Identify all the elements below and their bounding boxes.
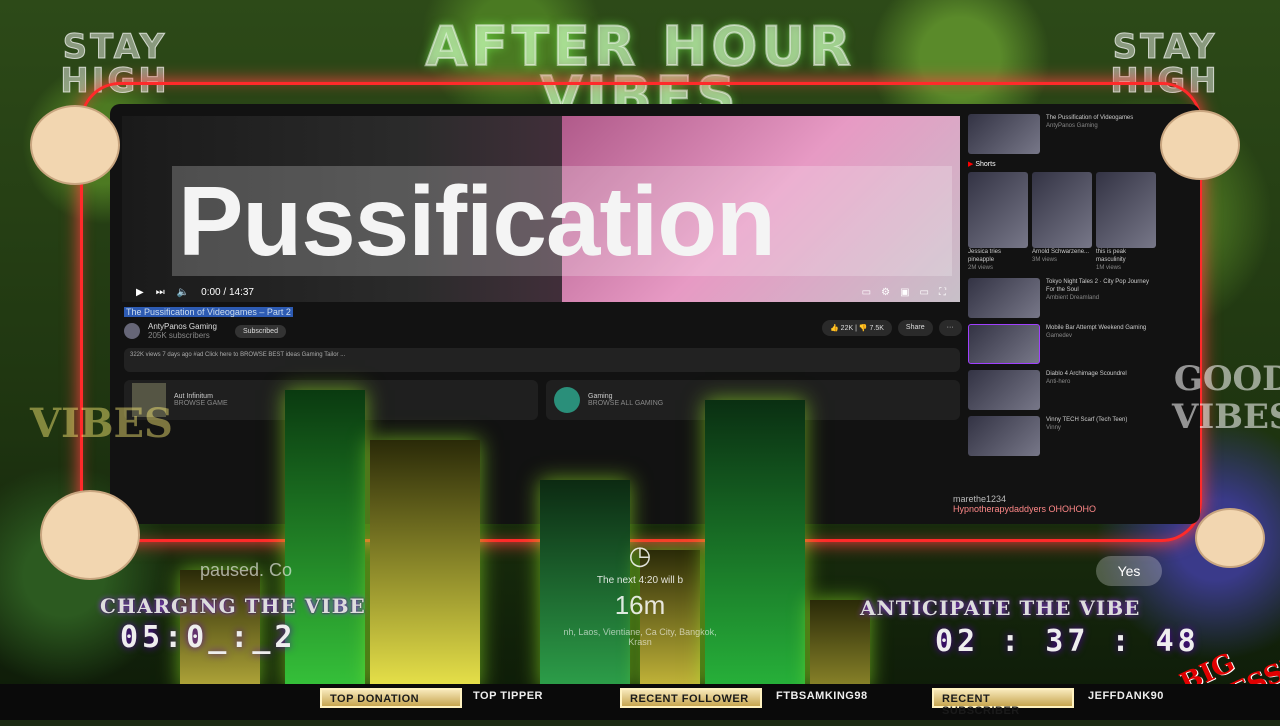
paused-text: paused. Co xyxy=(200,560,293,580)
recent-subscriber-value: JEFFDANK90 xyxy=(1088,690,1164,702)
cat-sticker-sleeping xyxy=(1160,110,1240,180)
short-views: 3M views xyxy=(1032,257,1058,263)
chat-overlay: marethe1234 Hypnotherapydaddyers OHOHOHO xyxy=(953,494,1096,514)
video-title: The Pussification of Videogames – Part 2 xyxy=(124,307,293,317)
sidebar-video-sub: Gamedev xyxy=(1046,333,1073,339)
youtube-window: Pussification ▶ ⏭ 🔈 0:00 / 14:37 ▭ ⚙ ▣ ▭… xyxy=(110,104,1200,524)
recent-follower-value: FTBSAMKING98 xyxy=(776,690,868,702)
time-display: 0:00 / 14:37 xyxy=(201,286,254,298)
yes-button[interactable]: Yes xyxy=(1096,556,1162,586)
sidebar-top-item[interactable]: The Pussification of Videogames AntyPano… xyxy=(968,114,1158,154)
channel-row: AntyPanos Gaming 205K subscribers Subscr… xyxy=(124,322,286,340)
theater-icon[interactable]: ▭ xyxy=(920,287,929,298)
game-card-title: Aut Infinitum xyxy=(174,393,213,400)
channel-name[interactable]: AntyPanos Gaming xyxy=(148,322,217,331)
game-card-sub: BROWSE GAME xyxy=(174,400,228,407)
charging-timer: 05:0_:_2 xyxy=(120,620,297,655)
fullscreen-icon[interactable]: ⛶ xyxy=(939,287,946,298)
chat-user: marethe1234 xyxy=(953,494,1007,504)
game-card[interactable]: Aut Infinitum BROWSE GAME xyxy=(124,380,538,420)
sidebar-video-thumb xyxy=(968,324,1040,364)
recommendations-sidebar: The Pussification of Videogames AntyPano… xyxy=(968,114,1158,462)
like-button[interactable]: 👍 22K | 👎 7.5K xyxy=(822,320,892,336)
video-overlay-title: Pussification xyxy=(172,166,952,276)
gaming-icon xyxy=(554,387,580,413)
sidebar-top-thumb xyxy=(968,114,1040,154)
sidebar-video-thumb xyxy=(968,278,1040,318)
top-donation-tag: TOP DONATION xyxy=(320,688,462,708)
sidebar-video-title: Mobile Bar Attempt Weekend Gaming xyxy=(1046,325,1147,331)
good-vibes-logo: GOOD VIBES xyxy=(1172,359,1280,437)
sidebar-video-item[interactable]: Mobile Bar Attempt Weekend Gaming Gamedev xyxy=(968,324,1158,364)
sidebar-video-item[interactable]: Diablo 4 Archimage Scoundrel Anti-hero xyxy=(968,370,1158,410)
top-tipper-label: TOP TIPPER xyxy=(473,690,544,702)
sidebar-video-sub: Anti-hero xyxy=(1046,379,1071,385)
sidebar-top-sub: AntyPanos Gaming xyxy=(1046,123,1098,129)
sidebar-video-thumb xyxy=(968,416,1040,456)
subscribe-button[interactable]: Subscribed xyxy=(234,324,286,338)
anticipate-the-vibe-label: ANTICIPATE THE VIBE xyxy=(860,596,1141,620)
next-420-countdown: 16m xyxy=(614,590,666,620)
short-thumb xyxy=(968,172,1028,248)
short-item[interactable]: Jessica tries pineapple 2M views xyxy=(968,172,1028,272)
sidebar-video-item[interactable]: Vinny TECH Scarf (Tech Teen) Vinny xyxy=(968,416,1158,456)
player-controls: ▶ ⏭ 🔈 0:00 / 14:37 ▭ ⚙ ▣ ▭ ⛶ xyxy=(122,282,960,302)
like-count: 22K xyxy=(840,325,854,332)
cat-sticker-glasses xyxy=(30,105,120,185)
short-item[interactable]: this is peak masculinity 1M views xyxy=(1096,172,1156,272)
miniplayer-icon[interactable]: ▣ xyxy=(900,287,909,298)
gaming-card-sub: BROWSE ALL GAMING xyxy=(588,400,664,407)
vibes-left-logo: VIBES xyxy=(30,400,173,447)
shorts-icon: ▶ xyxy=(968,161,974,168)
recent-subscriber-tag: RECENT SUBSCRIBER xyxy=(932,688,1074,717)
sidebar-video-title: Diablo 4 Archimage Scoundrel xyxy=(1046,371,1127,377)
short-thumb xyxy=(1032,172,1092,248)
next-icon[interactable]: ⏭ xyxy=(156,287,165,298)
shorts-header-label: Shorts xyxy=(975,161,996,168)
anticipate-timer: 02 : 37 : 48 xyxy=(935,624,1200,659)
volume-icon[interactable]: 🔈 xyxy=(177,287,189,298)
sidebar-video-sub: Vinny xyxy=(1046,425,1061,431)
sidebar-top-title: The Pussification of Videogames xyxy=(1046,115,1134,121)
dislike-count: 7.5K xyxy=(869,325,884,332)
video-player[interactable]: Pussification xyxy=(122,116,960,302)
video-actions: 👍 22K | 👎 7.5K Share ··· xyxy=(822,320,962,336)
gaming-card-title: Gaming xyxy=(588,393,613,400)
sidebar-video-thumb xyxy=(968,370,1040,410)
settings-icon[interactable]: ⚙ xyxy=(881,287,890,298)
chat-line: Hypnotherapydaddyers OHOHOHO xyxy=(953,504,1097,514)
next-420-notice: ◷ The next 4:20 will b 16m nh, Laos, Vie… xyxy=(560,540,720,647)
short-views: 2M views xyxy=(968,265,994,271)
gaming-card[interactable]: Gaming BROWSE ALL GAMING xyxy=(546,380,960,420)
sidebar-video-item[interactable]: Tokyo Night Tales 2 · City Pop Journey F… xyxy=(968,278,1158,318)
clock-icon: ◷ xyxy=(628,540,652,570)
shorts-header: ▶ Shorts xyxy=(968,160,1158,168)
short-title: Arnold Schwarzene... xyxy=(1032,249,1090,255)
channel-avatar[interactable] xyxy=(124,323,140,339)
more-button[interactable]: ··· xyxy=(938,320,962,336)
next-420-locations: nh, Laos, Vientiane, Ca City, Bangkok, K… xyxy=(563,627,717,647)
short-views: 1M views xyxy=(1096,265,1122,271)
cat-sticker-grumpy xyxy=(1195,508,1265,568)
sidebar-video-sub: Ambient Dreamland xyxy=(1046,295,1100,301)
shorts-row: Jessica tries pineapple 2M views Arnold … xyxy=(968,172,1158,272)
short-thumb xyxy=(1096,172,1156,248)
recent-follower-tag: RECENT FOLLOWER xyxy=(620,688,762,708)
short-item[interactable]: Arnold Schwarzene... 3M views xyxy=(1032,172,1092,272)
share-button[interactable]: Share xyxy=(897,320,933,336)
short-title: this is peak masculinity xyxy=(1096,249,1127,263)
cat-sticker-bed xyxy=(40,490,140,580)
sidebar-video-title: Tokyo Night Tales 2 · City Pop Journey F… xyxy=(1046,279,1149,293)
play-icon[interactable]: ▶ xyxy=(136,287,144,298)
next-420-text: The next 4:20 will b xyxy=(596,575,684,586)
video-description[interactable]: 322K views 7 days ago #ad Click here to … xyxy=(124,348,960,372)
sidebar-video-title: Vinny TECH Scarf (Tech Teen) xyxy=(1046,417,1128,423)
charging-the-vibe-label: CHARGING THE VIBE xyxy=(100,594,366,618)
short-title: Jessica tries pineapple xyxy=(968,249,1002,263)
channel-subs: 205K subscribers xyxy=(148,331,210,340)
captions-icon[interactable]: ▭ xyxy=(862,287,871,298)
